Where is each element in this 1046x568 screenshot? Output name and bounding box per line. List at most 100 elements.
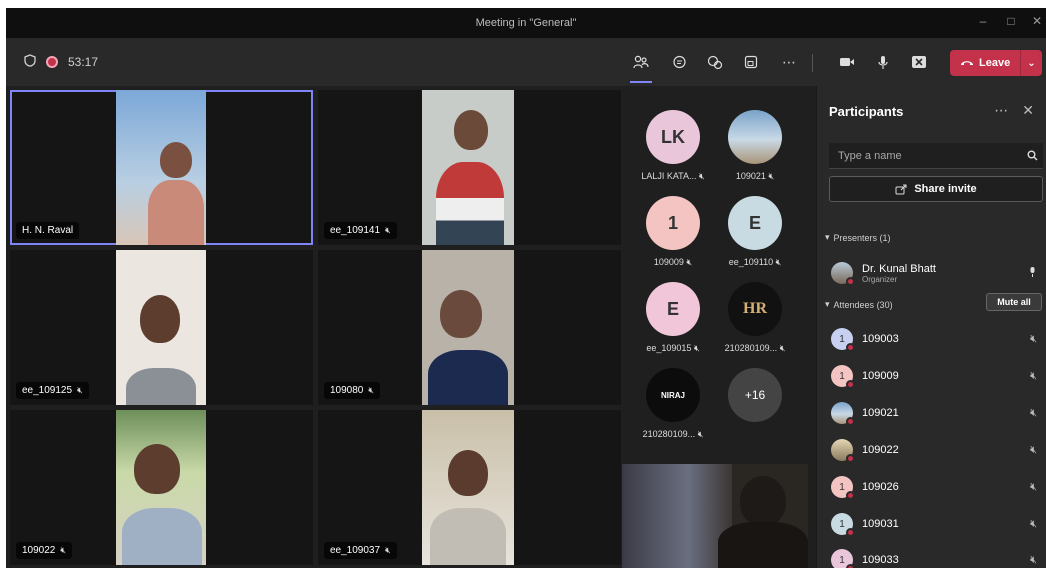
mic-off-icon: 🔇︎ <box>779 343 786 353</box>
panel-title: Participants <box>829 104 904 119</box>
mic-off-icon: 🔇︎ <box>1030 480 1037 493</box>
mic-off-icon: 🔇︎ <box>1030 369 1037 382</box>
reactions-icon[interactable] <box>702 50 728 74</box>
video-tile[interactable]: 109022 🔇︎ <box>10 410 313 565</box>
participant-search-input[interactable] <box>829 143 1043 169</box>
overflow-count: +16 <box>728 368 782 422</box>
chat-icon[interactable] <box>666 50 692 74</box>
mic-off-icon: 🔇︎ <box>699 171 705 181</box>
participant-name-tag: 109022 🔇︎ <box>16 542 73 559</box>
avatar <box>831 439 855 463</box>
mic-off-icon: 🔇︎ <box>77 385 83 395</box>
avatar: 1 <box>831 328 855 352</box>
participant-row[interactable]: 1 109031 🔇︎ <box>831 511 1043 537</box>
mic-off-icon: 🔇︎ <box>385 545 391 555</box>
mic-off-icon: 🔇︎ <box>385 225 391 235</box>
mic-off-icon: 🔇︎ <box>1030 406 1037 419</box>
avatar <box>831 402 855 426</box>
more-actions-icon[interactable]: ⋯ <box>776 50 802 74</box>
avatar: 1 <box>831 549 855 568</box>
window-title: Meeting in "General" <box>475 17 577 29</box>
video-tile[interactable]: ee_109037 🔇︎ <box>318 410 621 565</box>
participants-icon[interactable] <box>628 50 654 83</box>
participant-name-tag: 109080 🔇︎ <box>324 382 381 399</box>
video-tile[interactable]: H. N. Raval <box>10 90 313 245</box>
mute-all-button[interactable]: Mute all <box>986 293 1042 311</box>
participant-avatar[interactable]: NIRAJ 210280109... 🔇︎ <box>628 368 718 440</box>
chevron-down-icon: ▾ <box>825 232 830 242</box>
meeting-toolbar: 53:17 ⋯ Leave ⌄ <box>6 38 1046 86</box>
participant-avatar[interactable]: 109021 🔇︎ <box>710 110 800 182</box>
mic-off-icon: 🔇︎ <box>697 429 704 439</box>
participant-row[interactable]: 109022 🔇︎ <box>831 437 1043 463</box>
minimize-icon[interactable]: – <box>974 14 992 28</box>
teams-meeting-window: Meeting in "General" – □ ✕ 53:17 ⋯ Leave… <box>6 8 1046 568</box>
rooms-icon[interactable] <box>738 50 764 74</box>
participant-row[interactable]: Dr. Kunal Bhatt Organizer <box>831 260 1043 286</box>
avatar <box>831 262 855 286</box>
share-icon <box>895 184 907 194</box>
mic-off-icon: 🔇︎ <box>1030 553 1037 566</box>
mic-off-icon: 🔇︎ <box>1030 443 1037 456</box>
leave-label: Leave <box>979 57 1011 69</box>
avatar: LK <box>646 110 700 164</box>
video-stage: H. N. Raval ee_109141 🔇︎ ee_109125 🔇︎ 10… <box>6 86 816 568</box>
participant-avatar[interactable]: LK LALJI KATA... 🔇︎ <box>628 110 718 182</box>
avatar: 1 <box>831 365 855 389</box>
participant-avatar[interactable]: E ee_109015 🔇︎ <box>628 282 718 354</box>
microphone-icon <box>1028 266 1037 281</box>
participant-row[interactable]: 109021 🔇︎ <box>831 400 1043 426</box>
mic-off-icon: 🔇︎ <box>686 257 693 267</box>
chevron-down-icon[interactable]: ⌄ <box>1021 58 1042 69</box>
mic-off-icon: 🔇︎ <box>1030 332 1037 345</box>
mic-off-icon: 🔇︎ <box>693 343 700 353</box>
more-options-icon[interactable]: ⋯ <box>994 102 1008 119</box>
microphone-icon[interactable] <box>870 50 896 74</box>
maximize-icon[interactable]: □ <box>1002 14 1020 28</box>
leave-button[interactable]: Leave ⌄ <box>950 50 1042 76</box>
share-screen-icon[interactable] <box>906 50 932 74</box>
self-preview-video[interactable] <box>622 464 808 568</box>
participant-row[interactable]: 1 109003 🔇︎ <box>831 326 1043 352</box>
participant-avatar[interactable]: 1 109009 🔇︎ <box>628 196 718 268</box>
chevron-down-icon: ▾ <box>825 299 830 309</box>
video-tile[interactable]: ee_109125 🔇︎ <box>10 250 313 405</box>
mic-off-icon: 🔇︎ <box>768 171 775 181</box>
search-icon <box>1027 150 1038 164</box>
avatar: NIRAJ <box>646 368 700 422</box>
participants-panel: Participants ⋯ ✕ Share invite ▾Presenter… <box>816 86 1046 568</box>
attendees-section-header[interactable]: ▾ Attendees (30) <box>825 299 893 310</box>
mic-off-icon: 🔇︎ <box>368 385 375 395</box>
avatar: HR <box>728 282 782 336</box>
close-panel-icon[interactable]: ✕ <box>1022 102 1034 119</box>
hang-up-icon <box>961 61 973 65</box>
video-tile[interactable]: 109080 🔇︎ <box>318 250 621 405</box>
title-bar: Meeting in "General" – □ ✕ <box>6 8 1046 38</box>
mic-off-icon: 🔇︎ <box>60 545 67 555</box>
participant-row[interactable]: 1 109026 🔇︎ <box>831 474 1043 500</box>
avatar: E <box>646 282 700 336</box>
avatar: 1 <box>831 513 855 537</box>
video-tile[interactable]: ee_109141 🔇︎ <box>318 90 621 245</box>
more-participants-button[interactable]: +16 <box>710 368 800 422</box>
participant-name-tag: ee_109141 🔇︎ <box>324 222 397 239</box>
share-invite-button[interactable]: Share invite <box>829 176 1043 202</box>
meeting-timer: 53:17 <box>68 55 99 69</box>
participant-row[interactable]: 1 109009 🔇︎ <box>831 363 1043 389</box>
avatar: 1 <box>831 476 855 500</box>
participant-row[interactable]: 1 109033 🔇︎ <box>831 547 1043 568</box>
avatar: 1 <box>646 196 700 250</box>
participant-name-tag: H. N. Raval <box>16 222 80 239</box>
avatar: E <box>728 196 782 250</box>
avatar <box>728 110 782 164</box>
mic-off-icon: 🔇︎ <box>775 257 782 267</box>
camera-icon[interactable] <box>834 50 860 74</box>
presenters-section-header[interactable]: ▾ Presenters (1) <box>825 232 891 243</box>
shield-icon <box>24 54 36 70</box>
participant-avatar[interactable]: E ee_109110 🔇︎ <box>710 196 800 268</box>
participant-name-tag: ee_109037 🔇︎ <box>324 542 397 559</box>
close-icon[interactable]: ✕ <box>1028 14 1046 28</box>
mic-off-icon: 🔇︎ <box>1030 517 1037 530</box>
recording-icon <box>46 56 58 68</box>
participant-avatar[interactable]: HR 210280109... 🔇︎ <box>710 282 800 354</box>
